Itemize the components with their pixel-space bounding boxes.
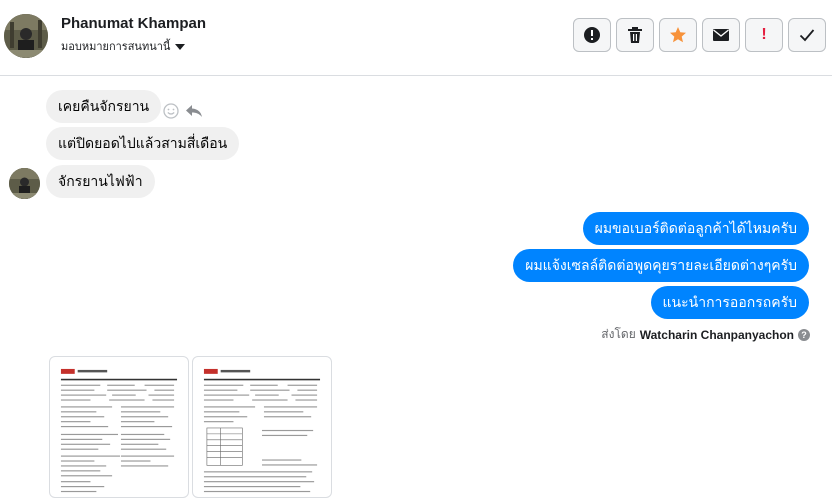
- trash-icon: [628, 27, 642, 43]
- mark-unread-button[interactable]: [702, 18, 740, 52]
- sender-avatar: [9, 168, 40, 199]
- mark-important-button[interactable]: !: [745, 18, 783, 52]
- exclamation-icon: !: [761, 26, 767, 43]
- message-row: แนะนำการออกรถครับ: [650, 286, 809, 319]
- message-row: ผมแจ้งเซลล์ติดต่อพูดคุยรายละเอียดต่างๆคร…: [513, 249, 809, 282]
- message-actions: [163, 103, 203, 119]
- envelope-icon: [713, 29, 729, 41]
- incoming-message[interactable]: จักรยานไฟฟ้า: [46, 165, 155, 198]
- star-icon: [670, 27, 686, 43]
- document-thumbnail: [201, 365, 323, 497]
- sent-by-note: ส่งโดย Watcharin Chanpanyachon ?: [601, 325, 810, 344]
- image-attachment[interactable]: [192, 356, 332, 498]
- chevron-down-icon: [175, 43, 186, 50]
- star-button[interactable]: [659, 18, 697, 52]
- delete-button[interactable]: [616, 18, 654, 52]
- mark-done-button[interactable]: [788, 18, 826, 52]
- assign-label: มอบหมายการสนทนานี้: [61, 41, 171, 53]
- message-row: แต่ปิดยอดไปแล้วสามสี่เดือน: [46, 127, 240, 160]
- conversation-header: Phanumat Khampan มอบหมายการสนทนานี้ !: [0, 0, 832, 76]
- outgoing-message[interactable]: ผมขอเบอร์ติดต่อลูกค้าได้ไหมครับ: [582, 212, 809, 245]
- report-button[interactable]: [573, 18, 611, 52]
- contact-name[interactable]: Phanumat Khampan: [61, 15, 206, 32]
- help-icon[interactable]: ?: [798, 328, 810, 341]
- sent-by-prefix: ส่งโดย: [601, 327, 636, 341]
- incoming-message[interactable]: เคยคืนจักรยาน: [46, 90, 162, 123]
- outgoing-message[interactable]: แนะนำการออกรถครับ: [650, 286, 809, 319]
- reply-icon[interactable]: [185, 103, 203, 119]
- message-row: จักรยานไฟฟ้า: [46, 165, 155, 198]
- message-row: ผมขอเบอร์ติดต่อลูกค้าได้ไหมครับ: [582, 212, 809, 245]
- smiley-icon[interactable]: [163, 103, 179, 119]
- document-thumbnail: [58, 365, 180, 497]
- image-attachment[interactable]: [49, 356, 189, 498]
- message-row: เคยคืนจักรยาน: [46, 90, 162, 123]
- contact-avatar[interactable]: [4, 14, 48, 58]
- header-actions: !: [573, 18, 826, 52]
- alert-circle-icon: [584, 27, 600, 43]
- outgoing-message[interactable]: ผมแจ้งเซลล์ติดต่อพูดคุยรายละเอียดต่างๆคร…: [513, 249, 809, 282]
- incoming-message[interactable]: แต่ปิดยอดไปแล้วสามสี่เดือน: [46, 127, 240, 160]
- sent-by-name: Watcharin Chanpanyachon: [639, 327, 794, 342]
- assign-conversation-dropdown[interactable]: มอบหมายการสนทนานี้: [61, 37, 186, 55]
- check-icon: [799, 29, 815, 42]
